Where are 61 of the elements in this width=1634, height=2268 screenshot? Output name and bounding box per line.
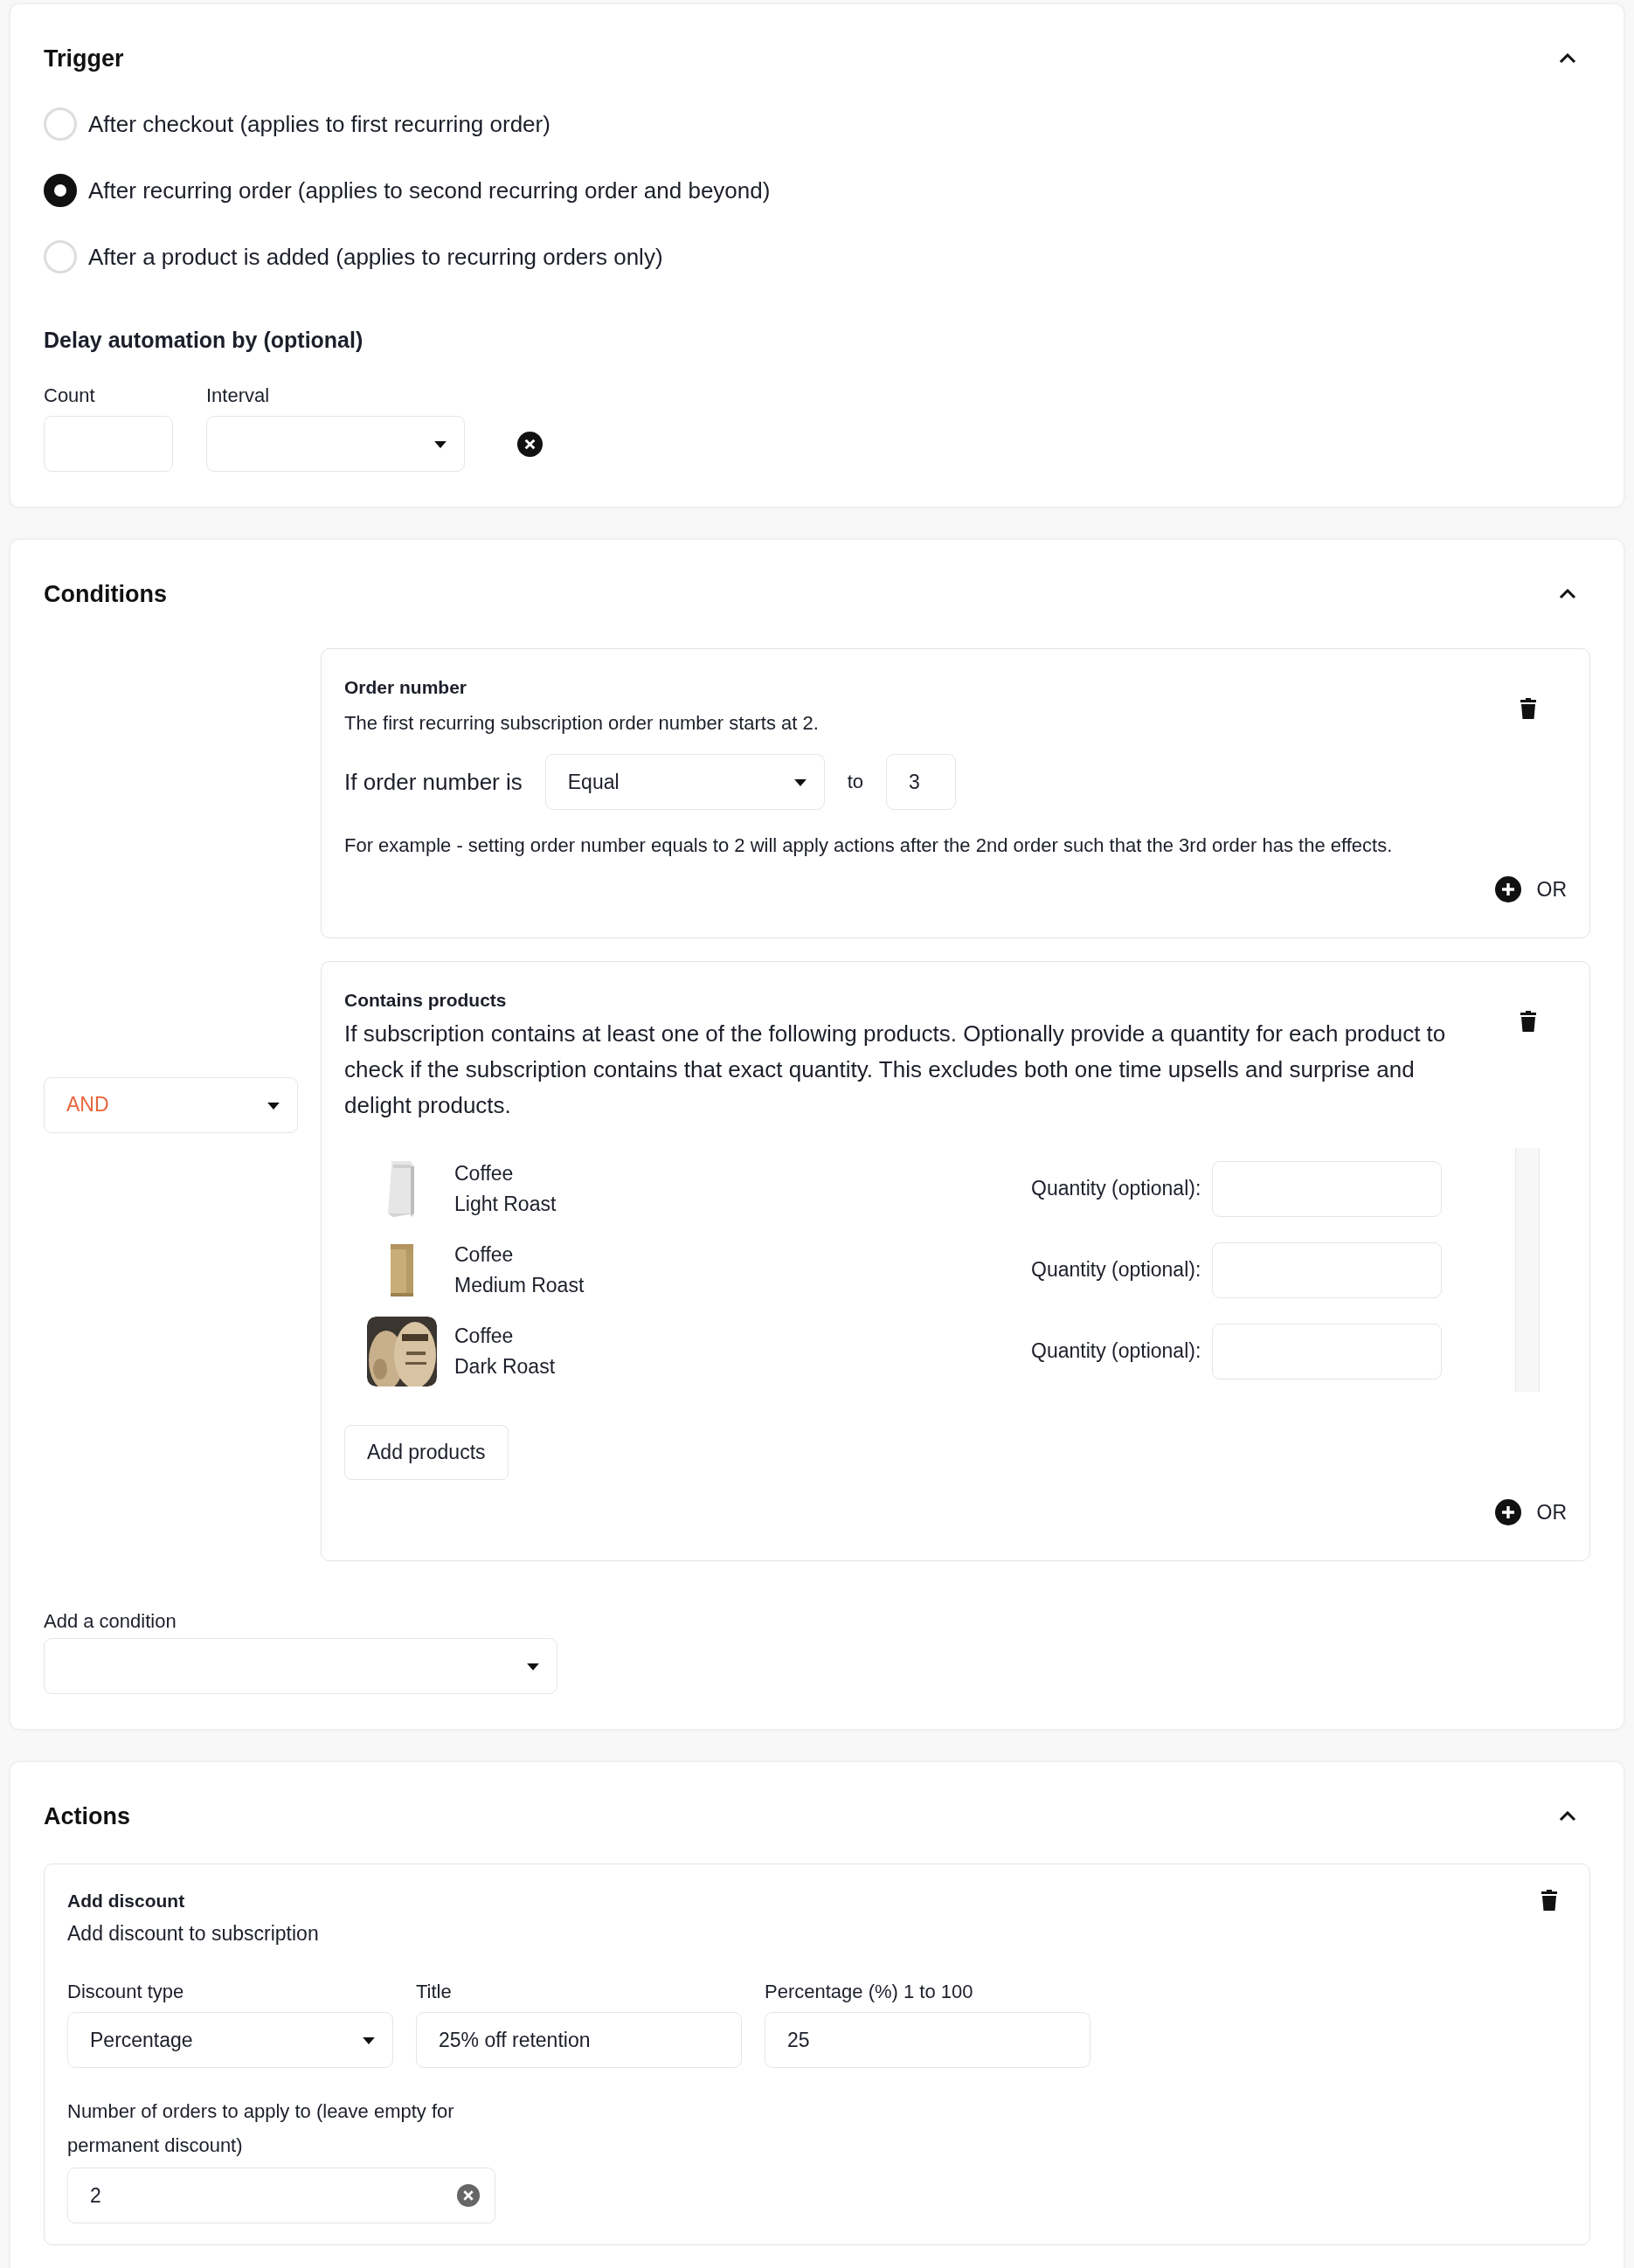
condition-description: The first recurring subscription order number starts at 2. — [344, 712, 819, 735]
add-icon[interactable] — [1494, 1499, 1521, 1525]
radio-label: After checkout (applies to first recurring order) — [88, 110, 550, 138]
count-field[interactable] — [44, 416, 173, 472]
quantity-field[interactable] — [1212, 1160, 1443, 1217]
quantity-label: Quantity (optional): — [1031, 1339, 1201, 1363]
product-name: Coffee — [454, 1324, 515, 1348]
product-variant: Light Roast — [454, 1192, 557, 1216]
quantity-label: Quantity (optional): — [1031, 1258, 1201, 1282]
caret-icon — [527, 1663, 539, 1670]
value-field[interactable]: 3 — [886, 754, 957, 810]
section-title: Conditions — [44, 580, 167, 608]
orders-label: Number of orders to apply to (leave empty for permanent discount) — [67, 2099, 455, 2158]
radio-label: After a product is added (applies to recurring orders only) — [88, 243, 663, 271]
product-name: Coffee — [454, 1161, 515, 1186]
product-name: Coffee — [454, 1242, 515, 1267]
condition-title: Order number — [344, 677, 467, 698]
delete-icon[interactable] — [1520, 1010, 1537, 1033]
action-description: Add discount to subscription — [67, 1922, 319, 1946]
action-title: Add discount — [67, 1891, 185, 1912]
caret-icon — [363, 2037, 375, 2044]
delete-icon[interactable] — [1541, 1889, 1558, 1912]
collapse-icon[interactable] — [1559, 589, 1576, 599]
prompt-label: If order number is — [344, 768, 523, 796]
add-products-button[interactable]: Add products — [344, 1425, 509, 1480]
clear-icon[interactable] — [517, 432, 543, 457]
collapse-icon[interactable] — [1559, 1811, 1576, 1822]
radio-label: After recurring order (applies to second recurring order and beyond) — [88, 176, 771, 204]
title-label: Title — [416, 1981, 453, 2003]
comparator-select[interactable]: Equal — [544, 754, 825, 810]
radio-button[interactable] — [44, 174, 77, 207]
percentage-field[interactable]: 25 — [765, 2012, 1090, 2068]
section-title: Actions — [44, 1802, 130, 1830]
caret-icon — [793, 779, 807, 786]
condition-description: If subscription contains at least one of the following products. Optionally provide a quantity for each product to check if the subscription contains that exact quantity. This excludes both one time upsells and surprise and delight products. — [344, 1020, 1447, 1120]
percentage-label: Percentage (%) 1 to 100 — [765, 1981, 974, 2003]
discount-type-select[interactable]: Percentage — [67, 2012, 393, 2068]
collapse-icon[interactable] — [1559, 53, 1576, 64]
delete-icon[interactable] — [1520, 697, 1537, 720]
orders-field[interactable]: 2 — [67, 2168, 495, 2223]
quantity-label: Quantity (optional): — [1031, 1177, 1201, 1200]
count-label: Count — [44, 384, 96, 407]
caret-icon — [434, 441, 447, 448]
to-label: to — [847, 771, 864, 793]
add-icon[interactable] — [1494, 876, 1521, 902]
section-title: Trigger — [44, 45, 124, 73]
discount-type-label: Discount type — [67, 1981, 185, 2003]
caret-icon — [267, 1102, 280, 1110]
quantity-field[interactable] — [1212, 1323, 1443, 1379]
or-label[interactable]: OR — [1536, 1500, 1567, 1525]
title-field[interactable]: 25% off retention — [416, 2012, 742, 2068]
delay-title: Delay automation by (optional) — [44, 328, 364, 353]
example-text: For example - setting order number equals to 2 will apply actions after the 2nd order such that the 3rd order has the effects. — [344, 834, 1394, 857]
product-variant: Medium Roast — [454, 1273, 585, 1297]
interval-label: Interval — [206, 384, 271, 407]
or-label[interactable]: OR — [1536, 877, 1567, 902]
quantity-field[interactable] — [1212, 1241, 1443, 1298]
condition-title: Contains products — [344, 990, 507, 1011]
add-condition-label: Add a condition — [44, 1610, 177, 1633]
scrollbar[interactable] — [1515, 1148, 1540, 1392]
product-variant: Dark Roast — [454, 1354, 557, 1379]
